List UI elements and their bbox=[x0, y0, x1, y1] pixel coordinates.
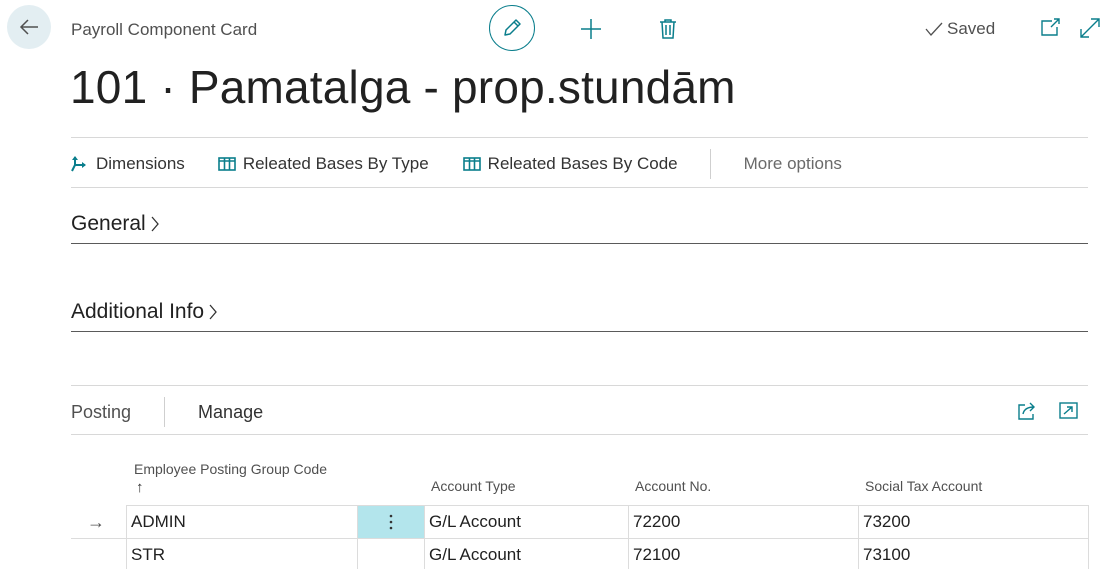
cell-employee-posting-group-code[interactable]: STR bbox=[126, 539, 357, 569]
tab-posting[interactable]: Posting bbox=[71, 402, 131, 423]
expand-button[interactable] bbox=[1078, 16, 1102, 40]
saved-label: Saved bbox=[947, 19, 996, 38]
section-additional-info-header[interactable]: Additional Info bbox=[71, 300, 218, 324]
section-title: Additional Info bbox=[71, 300, 205, 323]
actions-divider bbox=[71, 187, 1088, 188]
action-related-bases-by-type[interactable]: Releated Bases By Type bbox=[218, 154, 429, 174]
checkmark-icon bbox=[925, 22, 943, 36]
action-label: Releated Bases By Type bbox=[242, 154, 429, 173]
action-related-bases-by-code[interactable]: Releated Bases By Code bbox=[462, 154, 678, 174]
open-in-new-window-icon bbox=[1041, 18, 1060, 36]
action-label: More options bbox=[743, 154, 842, 173]
dimensions-icon bbox=[71, 156, 86, 172]
row-actions-button[interactable] bbox=[357, 539, 424, 569]
sort-ascending-icon: ↑ bbox=[136, 479, 144, 496]
action-separator bbox=[709, 149, 711, 179]
trash-icon bbox=[660, 19, 676, 39]
column-header-account-no[interactable]: Account No. bbox=[635, 478, 711, 494]
expand-icon bbox=[1080, 18, 1100, 38]
section-general-header[interactable]: General bbox=[71, 212, 160, 236]
cell-social-tax-account[interactable]: 73100 bbox=[858, 539, 1089, 569]
vertical-ellipsis-icon bbox=[389, 514, 393, 530]
cell-account-no[interactable]: 72200 bbox=[628, 506, 858, 538]
action-label: Releated Bases By Code bbox=[487, 154, 678, 173]
action-bar: Dimensions Releated Bases By Type Releat… bbox=[71, 149, 842, 179]
action-label: Dimensions bbox=[96, 154, 185, 173]
new-button[interactable] bbox=[577, 15, 605, 43]
pencil-icon bbox=[504, 19, 521, 36]
tab-separator bbox=[164, 397, 166, 427]
share-button[interactable] bbox=[1016, 400, 1038, 422]
more-options-button[interactable]: More options bbox=[744, 154, 842, 174]
table-icon bbox=[462, 157, 481, 171]
open-in-new-window-button[interactable] bbox=[1038, 16, 1062, 40]
section-general-underline bbox=[71, 243, 1088, 244]
arrow-left-icon bbox=[19, 19, 38, 35]
share-icon bbox=[1018, 402, 1035, 420]
cell-account-no[interactable]: 72100 bbox=[628, 539, 858, 569]
posting-tab-bar: Posting Manage bbox=[71, 397, 263, 427]
table-icon bbox=[218, 157, 236, 171]
payroll-component-card-page: Payroll Component Card 101 · Pamatalga -… bbox=[0, 0, 1103, 569]
chevron-right-icon bbox=[151, 216, 159, 232]
page-title: 101 · Pamatalga - prop.stundām bbox=[70, 61, 736, 113]
focus-mode-icon bbox=[1059, 402, 1078, 419]
column-header-account-type[interactable]: Account Type bbox=[431, 478, 516, 494]
cell-account-type[interactable]: G/L Account bbox=[424, 506, 628, 538]
cell-account-type[interactable]: G/L Account bbox=[424, 539, 628, 569]
tab-manage[interactable]: Manage bbox=[198, 402, 263, 423]
column-header-social-tax-account[interactable]: Social Tax Account bbox=[865, 478, 982, 494]
action-dimensions[interactable]: Dimensions bbox=[71, 154, 185, 174]
row-selected-arrow-icon: → bbox=[87, 512, 105, 532]
breadcrumb: Payroll Component Card bbox=[71, 20, 258, 39]
chevron-right-icon bbox=[209, 304, 217, 320]
cell-employee-posting-group-code[interactable]: ADMIN bbox=[126, 506, 357, 538]
table-row[interactable]: → ADMIN G/L Account 72200 73200 bbox=[71, 506, 1089, 539]
plus-icon bbox=[581, 19, 601, 39]
posting-tab-divider bbox=[71, 434, 1088, 435]
section-title: General bbox=[71, 212, 146, 235]
table-row[interactable]: STR G/L Account 72100 73100 bbox=[71, 539, 1089, 569]
focus-mode-button[interactable] bbox=[1058, 400, 1080, 422]
section-additional-info-underline bbox=[71, 331, 1088, 332]
saved-status: Saved bbox=[925, 19, 995, 39]
row-actions-button[interactable] bbox=[357, 506, 424, 538]
delete-button[interactable] bbox=[654, 15, 682, 43]
cell-social-tax-account[interactable]: 73200 bbox=[858, 506, 1089, 538]
column-header-employee-posting-group-code[interactable]: Employee Posting Group Code bbox=[134, 461, 327, 477]
posting-top-divider bbox=[71, 385, 1088, 386]
edit-button[interactable] bbox=[489, 5, 535, 51]
back-button[interactable] bbox=[7, 5, 51, 49]
header-divider bbox=[71, 137, 1088, 138]
